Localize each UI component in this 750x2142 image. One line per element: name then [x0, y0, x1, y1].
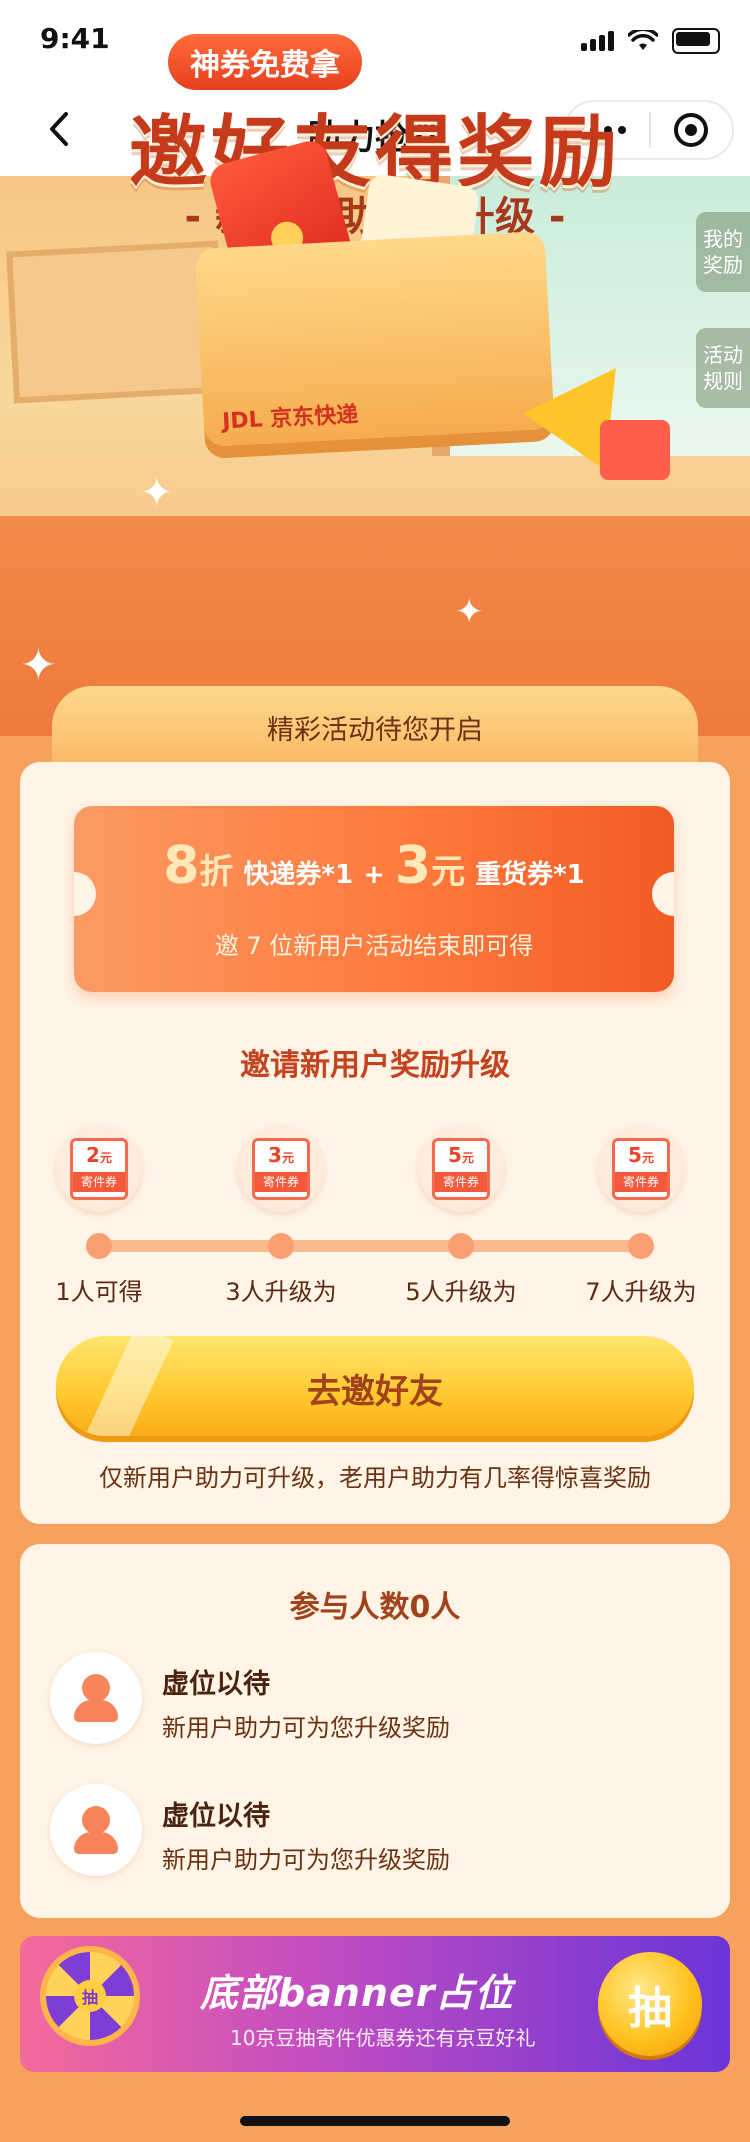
hero-badge: 神券免费拿	[168, 34, 362, 90]
coupon-ticket	[74, 806, 674, 992]
step-label: 3人升级为	[225, 1278, 337, 1306]
reward-value: 5	[448, 1143, 462, 1167]
reward-unit: 元	[99, 1151, 112, 1165]
avatar	[50, 1652, 142, 1744]
section-header-text: 精彩活动待您开启	[267, 715, 483, 746]
discount-unit: 折	[199, 852, 234, 892]
wheel-center-label: 抽	[74, 1980, 106, 2012]
reward-unit: 元	[641, 1151, 654, 1165]
battery-icon	[672, 28, 720, 54]
progress-dot	[86, 1233, 112, 1259]
coupon-icon: 5元 寄件券	[432, 1138, 490, 1200]
sparkle-icon: ✦	[20, 640, 57, 691]
step-label: 5人升级为	[405, 1278, 517, 1306]
reward-unit: 元	[461, 1151, 474, 1165]
sparkle-icon: ✦	[455, 592, 484, 632]
banner-title: 底部banner占位	[200, 1971, 514, 2015]
draw-button[interactable]: 抽	[598, 1952, 702, 2056]
reward-label: 寄件券	[73, 1172, 125, 1192]
hero-board-decor	[6, 240, 226, 404]
coupon-icon: 3元 寄件券	[252, 1138, 310, 1200]
banner-subtitle: 10京豆抽寄件优惠券还有京豆好礼	[230, 2026, 536, 2050]
reward-label: 寄件券	[255, 1172, 307, 1192]
reward-value: 3	[268, 1143, 282, 1167]
reward-value: 5	[628, 1143, 642, 1167]
participants-title: 参与人数0人	[289, 1590, 461, 1625]
discount-number: 8	[163, 836, 200, 896]
wifi-icon	[628, 30, 658, 50]
progress-dot	[268, 1233, 294, 1259]
invite-friends-button[interactable]: 去邀好友	[56, 1336, 694, 1436]
step-label: 7人升级为	[585, 1278, 697, 1306]
avatar	[50, 1784, 142, 1876]
invite-friends-label: 去邀好友	[307, 1372, 443, 1412]
reward-unit: 元	[281, 1151, 294, 1165]
progress-track	[96, 1240, 644, 1252]
participant-name: 虚位以待	[162, 1669, 270, 1700]
reward-node-2: 3元 寄件券	[238, 1126, 324, 1212]
tip-text: 仅新用户助力可升级，老用户助力有几率得惊喜奖励	[99, 1464, 651, 1492]
amount-coupon-name: 重货券*1	[475, 860, 585, 890]
home-indicator	[240, 2116, 510, 2126]
coupon-condition: 邀 7 位新用户活动结束即可得	[214, 932, 534, 960]
amount-unit: 元	[431, 852, 466, 892]
amount-number: 3	[394, 836, 432, 896]
status-time: 9:41	[40, 22, 110, 55]
user-icon-head	[82, 1806, 110, 1834]
reward-node-3: 5元 寄件券	[418, 1126, 504, 1212]
user-icon-body	[74, 1700, 118, 1722]
reward-label: 寄件券	[435, 1172, 487, 1192]
coupon-summary: 8折 快递券*1 + 3元 重货券*1	[74, 836, 674, 896]
progress-dot	[448, 1233, 474, 1259]
activity-rules-button[interactable]: 活动 规则	[696, 328, 750, 408]
plus-sign: +	[363, 860, 385, 890]
participant-desc: 新用户助力可为您升级奖励	[162, 1846, 450, 1874]
coupon-icon: 2元 寄件券	[70, 1138, 128, 1200]
coupon-icon: 5元 寄件券	[612, 1138, 670, 1200]
status-icons	[581, 28, 720, 54]
small-gift-illustration	[600, 420, 670, 480]
reward-value: 2	[86, 1143, 100, 1167]
user-icon-head	[82, 1674, 110, 1702]
discount-coupon-name: 快递券*1	[243, 860, 354, 890]
reward-node-1: 2元 寄件券	[56, 1126, 142, 1212]
upgrade-title: 邀请新用户奖励升级	[240, 1048, 510, 1083]
sparkle-icon: ✦	[140, 470, 174, 516]
participant-name: 虚位以待	[162, 1801, 270, 1832]
reward-node-4: 5元 寄件券	[598, 1126, 684, 1212]
signal-icon	[581, 31, 614, 51]
step-label: 1人可得	[55, 1278, 143, 1306]
progress-dot	[628, 1233, 654, 1259]
reward-label: 寄件券	[615, 1172, 667, 1192]
participant-desc: 新用户助力可为您升级奖励	[162, 1714, 450, 1742]
user-icon-body	[74, 1832, 118, 1854]
my-rewards-button[interactable]: 我的 奖励	[696, 212, 750, 292]
